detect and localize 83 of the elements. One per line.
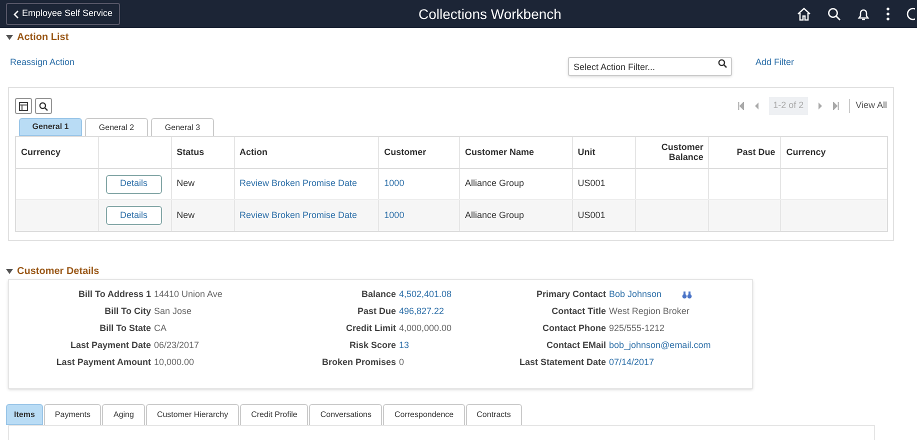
column-header[interactable]: Customer Balance (640, 142, 704, 162)
column-header[interactable]: Currency (786, 148, 826, 158)
add-filter-link[interactable]: Add Filter (755, 56, 794, 70)
column-header[interactable]: Status (176, 148, 204, 158)
search-icon[interactable] (827, 7, 841, 21)
detail-tab[interactable]: Correspondence (383, 404, 465, 425)
table-cell-text: US001 (578, 177, 606, 190)
detail-tab[interactable]: Payments (44, 404, 102, 425)
field-value: West Region Broker (609, 305, 690, 318)
field-label: Primary Contact (535, 288, 607, 301)
detail-tab[interactable]: Contracts (466, 404, 522, 425)
column-header[interactable]: Customer Name (464, 148, 534, 158)
section-title[interactable]: Customer Details (17, 264, 100, 278)
field-value: San Jose (154, 305, 192, 318)
chevron-left-icon (13, 10, 19, 18)
field-value: 925/555-1212 (609, 322, 665, 335)
view-all-link[interactable]: View All (848, 99, 887, 113)
field-label: Balance (360, 288, 397, 301)
page-title: Collections Workbench (418, 4, 562, 24)
collapse-triangle-icon[interactable] (6, 268, 13, 274)
column-header[interactable]: Currency (21, 148, 61, 158)
detail-tab[interactable]: Credit Profile (240, 404, 308, 425)
value-link[interactable]: 496,827.22 (399, 305, 444, 318)
action-link[interactable]: Review Broken Promise Date (240, 177, 358, 191)
field-value: 4,000,000.00 (399, 322, 452, 335)
value-link[interactable]: 13 (399, 339, 410, 352)
detail-tab[interactable]: Customer Hierarchy (146, 404, 240, 425)
grid-icon (19, 102, 28, 110)
field-label: Bill To State (98, 322, 152, 335)
section-title[interactable]: Action List (17, 30, 69, 44)
details-button[interactable]: Details (106, 206, 162, 225)
find-button[interactable] (35, 98, 52, 114)
action-filter-field[interactable]: Select Action Filter... (568, 57, 732, 76)
field-label: Contact EMail (545, 339, 607, 352)
field-value: CA (154, 322, 167, 335)
field-label: Bill To City (104, 305, 152, 318)
value-link[interactable]: 4,502,401.08 (399, 288, 452, 302)
column-header[interactable]: Past Due (736, 148, 776, 158)
field-label: Last Payment Amount (55, 356, 152, 369)
grid-tab[interactable]: General 3 (151, 118, 214, 136)
detail-tab[interactable]: Items (6, 404, 43, 425)
column-header[interactable]: Customer (384, 148, 426, 158)
field-label: Contact Title (550, 305, 607, 318)
bell-icon[interactable] (857, 7, 870, 21)
value-link[interactable]: 07/14/2017 (609, 356, 654, 370)
action-link[interactable]: Review Broken Promise Date (240, 208, 358, 222)
detail-tab[interactable]: Aging (102, 404, 145, 425)
field-label: Bill To Address 1 (77, 288, 152, 301)
reassign-action-link[interactable]: Reassign Action (10, 56, 75, 70)
field-value: 14410 Union Ave (154, 288, 222, 301)
column-header[interactable]: Unit (578, 148, 596, 158)
search-icon[interactable] (718, 58, 728, 68)
table-cell-text: Alliance Group (464, 177, 524, 190)
detail-tab[interactable]: Conversations (309, 404, 382, 425)
grid-settings-button[interactable] (15, 98, 32, 114)
value-link[interactable]: Bob Johnson (609, 288, 662, 302)
collapse-triangle-icon[interactable] (6, 34, 13, 40)
field-label: Credit Limit (344, 322, 397, 335)
grid-tab[interactable]: General 1 (19, 118, 82, 136)
field-value: 10,000.00 (154, 356, 194, 369)
customer-link[interactable]: 1000 (384, 177, 404, 191)
table-cell-text: US001 (578, 208, 606, 222)
field-label: Last Statement Date (518, 356, 607, 369)
field-label: Contact Phone (541, 322, 607, 335)
field-value: 0 (399, 356, 404, 369)
table-cell-text: New (176, 177, 195, 190)
column-header[interactable]: Action (240, 148, 268, 158)
more-options-icon[interactable] (886, 7, 890, 21)
table-cell-text: Alliance Group (464, 208, 524, 222)
field-label: Past Due (356, 305, 397, 318)
table-cell-text: New (176, 208, 195, 222)
grid-tab[interactable]: General 2 (85, 118, 148, 136)
details-button[interactable]: Details (106, 174, 162, 194)
field-label: Broken Promises (320, 356, 397, 369)
search-icon (39, 102, 48, 110)
field-value: 06/23/2017 (154, 339, 200, 352)
back-button[interactable]: Employee Self Service (6, 3, 120, 25)
field-label: Risk Score (348, 339, 397, 352)
value-link[interactable]: bob_johnson@email.com (609, 339, 711, 352)
customer-link[interactable]: 1000 (384, 208, 404, 222)
binoculars-icon[interactable] (682, 291, 692, 299)
home-icon[interactable] (797, 7, 811, 21)
field-label: Last Payment Date (69, 339, 152, 352)
